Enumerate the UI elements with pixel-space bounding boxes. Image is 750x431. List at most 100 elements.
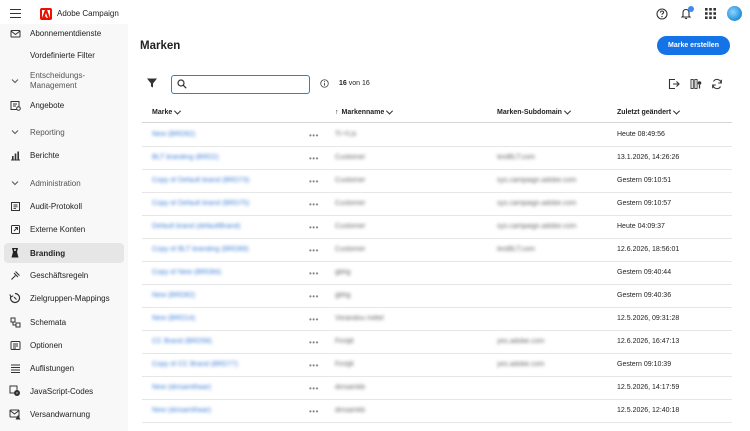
row-more-actions-icon[interactable]: ••• — [309, 315, 319, 324]
table-row[interactable]: CC Brand (BRD58) Firstjlt yes.adobe.com 12.… — [142, 331, 732, 354]
section-label-line2: Management — [30, 81, 77, 90]
sidebar-item-auflistungen[interactable]: Auflistungen — [0, 359, 128, 377]
brand-link[interactable]: New (BRD14) — [152, 315, 195, 322]
schema-icon — [9, 316, 21, 328]
sidebar-section-reporting[interactable]: Reporting — [0, 123, 128, 141]
table-row[interactable]: BLT branding (BRD2) Customer testBLT.com 13… — [142, 147, 732, 170]
row-more-actions-icon[interactable]: ••• — [309, 246, 319, 255]
sidebar-item-externe-konten[interactable]: Externe Konten — [0, 220, 128, 238]
sidebar-item-abonnementdienste[interactable]: Abonnementdienste — [0, 24, 128, 42]
help-icon[interactable] — [655, 7, 669, 21]
brand-link[interactable]: New (dinsamthaar) — [152, 384, 211, 391]
result-count-value: 16 — [339, 80, 347, 87]
bell-icon[interactable] — [679, 5, 694, 21]
filter-icon[interactable] — [146, 77, 158, 89]
sidebar-item-label: Audit-Protokoll — [30, 201, 83, 211]
table-row[interactable]: New (BRD82) gbhg Gestern 09:40:36 ••• — [142, 285, 732, 308]
brand-link[interactable]: New (dinsamthaar) — [152, 407, 211, 414]
brand-name-cell: Customer — [335, 177, 366, 184]
row-more-actions-icon[interactable]: ••• — [309, 154, 319, 163]
search-input[interactable] — [190, 78, 305, 91]
brand-name-cell: gbhg — [335, 269, 351, 276]
brand-link[interactable]: Copy of New (BRD84) — [152, 269, 221, 276]
sidebar-item-branding[interactable]: Branding — [4, 243, 124, 263]
chevron-down-icon — [9, 177, 21, 189]
adobe-logo-icon — [40, 8, 52, 20]
sidebar-item-zielgruppen-mappings[interactable]: Zielgruppen-Mappings — [0, 289, 128, 307]
table-row[interactable]: New (dinsamthaar) dinsamkb 12.5.2026, 12:4… — [142, 400, 732, 423]
last-modified-cell: 12.5.2026, 14:17:59 — [617, 384, 680, 391]
brand-link[interactable]: Copy of BLT branding (BRD89) — [152, 246, 249, 253]
sidebar-item-berichte[interactable]: Berichte — [0, 146, 128, 164]
branding-icon — [9, 247, 21, 259]
column-header-marke[interactable]: Marke — [152, 107, 182, 116]
avatar[interactable] — [727, 6, 742, 21]
brand-link[interactable]: Copy of Default brand (BRD75) — [152, 200, 249, 207]
table-row[interactable]: New (dinsamthaar) dinsamkb 12.5.2026, 14:1… — [142, 377, 732, 400]
row-more-actions-icon[interactable]: ••• — [309, 361, 319, 370]
row-more-actions-icon[interactable]: ••• — [309, 338, 319, 347]
row-more-actions-icon[interactable]: ••• — [309, 407, 319, 416]
sidebar-item-versandwarnung[interactable]: Versandwarnung — [0, 405, 128, 423]
brand-name-cell: gbhg — [335, 292, 351, 299]
brand-link[interactable]: New (BRD82) — [152, 292, 195, 299]
export-icon[interactable] — [668, 78, 680, 90]
brand-link[interactable]: Default brand (defaultBrand) — [152, 223, 240, 230]
sidebar-item-angebote[interactable]: Angebote — [0, 96, 128, 114]
column-header-zuletzt-geaendert[interactable]: Zuletzt geändert — [617, 107, 681, 116]
brand-subdomain-cell: yes.adobe.com — [497, 361, 545, 368]
sidebar-item-audit-protokoll[interactable]: Audit-Protokoll — [0, 197, 128, 215]
brand-subdomain-cell: sys.campaign.adobe.com — [497, 200, 577, 207]
row-more-actions-icon[interactable]: ••• — [309, 177, 319, 186]
row-more-actions-icon[interactable]: ••• — [309, 292, 319, 301]
brand-subdomain-cell: testBLT.com — [497, 246, 535, 253]
menu-icon[interactable] — [10, 9, 21, 18]
row-more-actions-icon[interactable]: ••• — [309, 131, 319, 140]
sidebar-item-schemata[interactable]: Schemata — [0, 313, 128, 331]
brand-link[interactable]: BLT branding (BRD2) — [152, 154, 219, 161]
sidebar-item-optionen[interactable]: Optionen — [0, 336, 128, 354]
table-row[interactable]: New (BRD14) Vorandou mittel 12.5.2026, 09:… — [142, 308, 732, 331]
chevron-down-icon — [673, 107, 681, 115]
offer-icon — [9, 99, 21, 111]
brand-link[interactable]: New (BRD92) — [152, 131, 195, 138]
column-header-markenname[interactable]: ↑ Markenname — [335, 107, 394, 116]
search-field[interactable] — [171, 75, 310, 94]
sidebar-item-label: JavaScript-Codes — [30, 386, 94, 396]
column-header-marken-subdomain[interactable]: Marken-Subdomain — [497, 107, 571, 116]
table-row[interactable]: Copy of BLT branding (BRD89) Customer test… — [142, 239, 732, 262]
table-header: Marke ↑ Markenname Marken-Subdomain Zulet… — [142, 104, 732, 123]
sidebar-item-vordefinierte-filter[interactable]: Vordefinierte Filter — [0, 46, 128, 64]
row-more-actions-icon[interactable]: ••• — [309, 223, 319, 232]
column-header-label: Marke — [152, 109, 173, 116]
brand-subdomain-cell: yes.adobe.com — [497, 338, 545, 345]
chevron-down-icon — [386, 107, 394, 115]
table-row[interactable]: New (BRD92) TI-YLb Heute 08:49:56 ••• — [142, 124, 732, 147]
brand-name-cell: Customer — [335, 223, 366, 230]
table-row[interactable]: Copy of New (BRD84) gbhg Gestern 09:40:44 •… — [142, 262, 732, 285]
sidebar-item-geschaeftsregeln[interactable]: Geschäftsregeln — [0, 266, 128, 284]
refresh-icon[interactable] — [711, 78, 723, 90]
columns-settings-icon[interactable] — [690, 78, 702, 90]
row-more-actions-icon[interactable]: ••• — [309, 200, 319, 209]
last-modified-cell: 12.5.2026, 09:31:28 — [617, 315, 680, 322]
table-row[interactable]: Copy of Default brand (BRD75) Customer sys… — [142, 193, 732, 216]
brand-name-cell: TI-YLb — [335, 131, 357, 138]
info-icon[interactable] — [320, 79, 329, 88]
create-brand-button[interactable]: Marke erstellen — [657, 36, 730, 55]
apps-grid-icon[interactable] — [703, 7, 717, 21]
main-content: Marken Marke erstellen 16 von 16 Marke ↑… — [128, 28, 750, 431]
table-row[interactable]: Copy of Default brand (BRD73) Customer sys… — [142, 170, 732, 193]
last-modified-cell: 12.6.2026, 16:47:13 — [617, 338, 680, 345]
sidebar-section-entscheidungs-management[interactable]: Entscheidungs- Management — [0, 70, 128, 92]
sidebar-section-administration[interactable]: Administration — [0, 174, 128, 192]
row-more-actions-icon[interactable]: ••• — [309, 384, 319, 393]
table-row[interactable]: Default brand (defaultBrand) Customer sys.… — [142, 216, 732, 239]
brand-link[interactable]: Copy of Default brand (BRD73) — [152, 177, 249, 184]
brand-link[interactable]: Copy of CC Brand (BRD77) — [152, 361, 238, 368]
table-row[interactable]: Copy of CC Brand (BRD77) Firstjlt yes.adob… — [142, 354, 732, 377]
row-more-actions-icon[interactable]: ••• — [309, 269, 319, 278]
sidebar-item-javascript-codes[interactable]: JavaScript-Codes — [0, 382, 128, 400]
brand-link[interactable]: CC Brand (BRD58) — [152, 338, 212, 345]
audit-icon — [9, 200, 21, 212]
